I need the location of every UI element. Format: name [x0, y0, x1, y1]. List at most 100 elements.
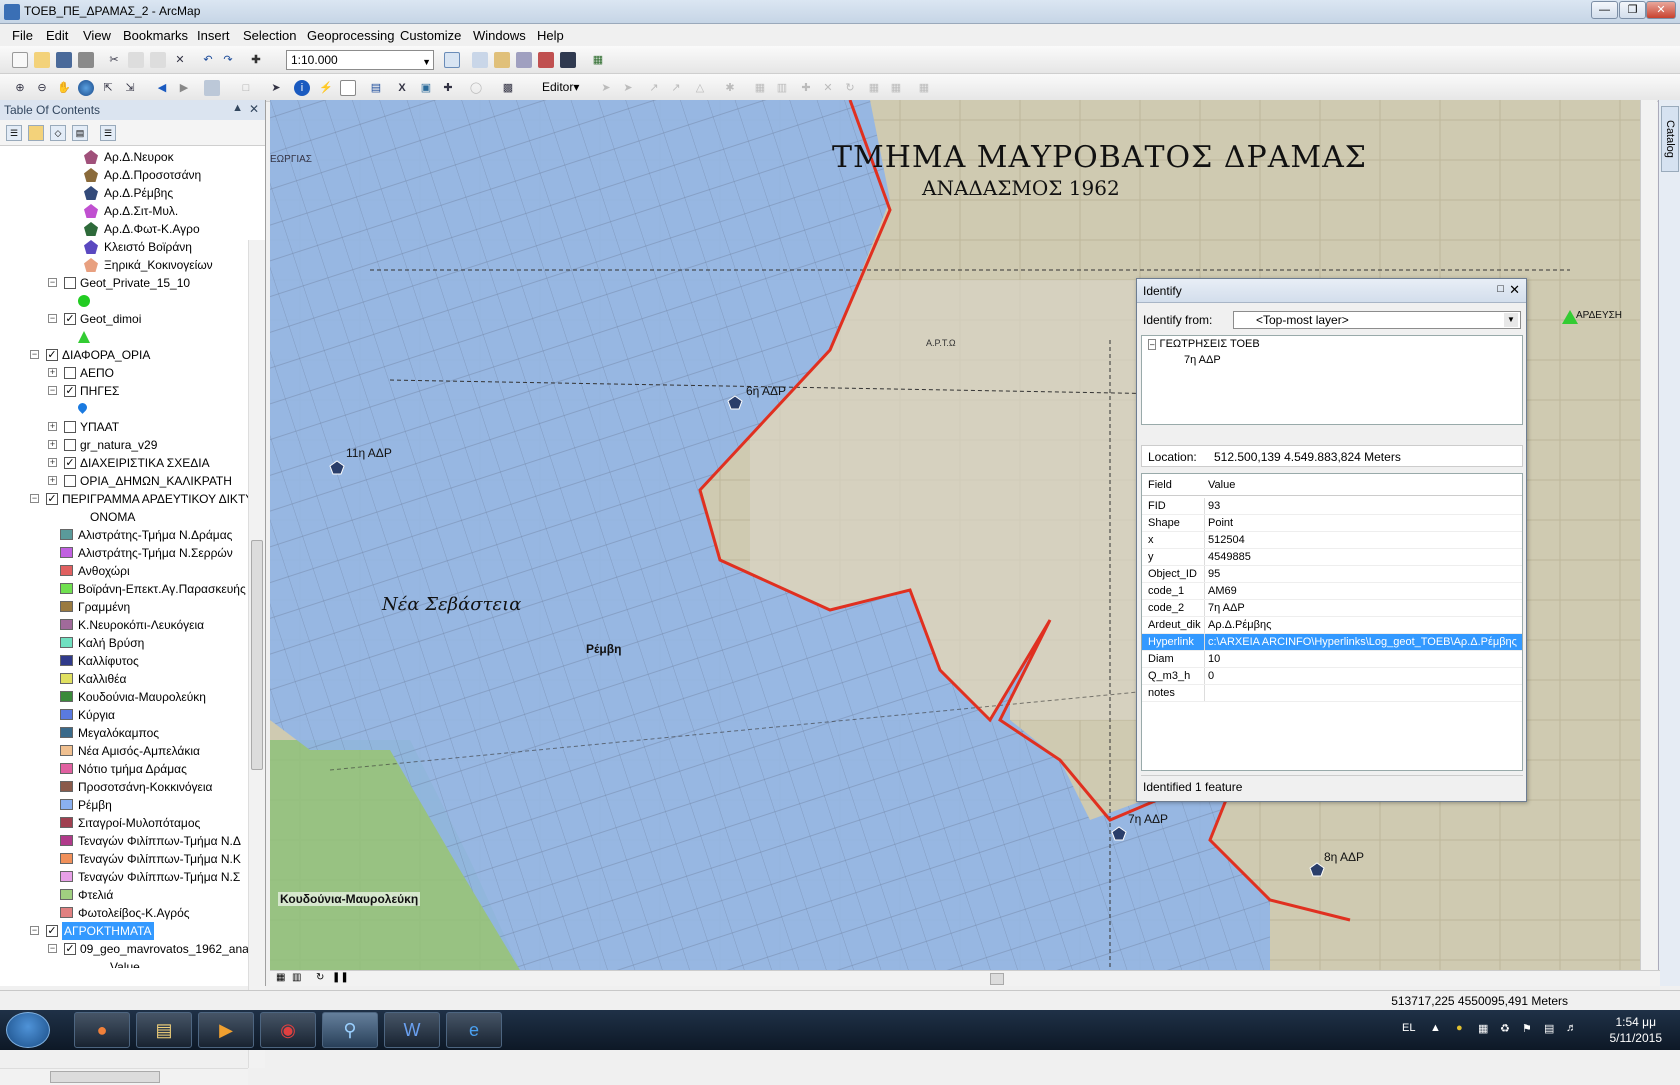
identify-icon[interactable]: i: [294, 80, 310, 96]
toc-row[interactable]: Νότιο τμήμα Δράμας: [0, 760, 248, 778]
pan-hand-icon[interactable]: ✋: [56, 80, 72, 96]
list-by-visibility-icon[interactable]: ◇: [50, 125, 66, 141]
layer-visibility-checkbox[interactable]: ✓: [46, 493, 58, 505]
attribute-row[interactable]: Ardeut_dik Αρ.Δ.Ρέμβης: [1142, 617, 1522, 634]
close-icon[interactable]: ✕: [249, 102, 259, 116]
toc-row[interactable]: Τεναγών Φιλίππων-Τμήμα Ν.Σ: [0, 868, 248, 886]
layer-visibility-checkbox[interactable]: [64, 277, 76, 289]
network-icon[interactable]: ▤: [1544, 1022, 1554, 1035]
fixed-zoom-out-icon[interactable]: ⇲: [122, 80, 138, 96]
layer-visibility-checkbox[interactable]: ✓: [64, 457, 76, 469]
menu-view[interactable]: View: [83, 28, 111, 43]
close-icon[interactable]: ✕: [1509, 282, 1520, 298]
python-window-icon[interactable]: [560, 52, 576, 68]
catalog-tab[interactable]: Catalog: [1661, 106, 1679, 172]
collapse-icon[interactable]: −: [48, 944, 57, 953]
sketch-properties-icon[interactable]: ▦: [888, 80, 904, 96]
toc-row[interactable]: Ανθοχώρι: [0, 562, 248, 580]
modelbuilder-icon[interactable]: ▦: [590, 52, 606, 68]
copy-icon[interactable]: [128, 52, 144, 68]
select-features-icon[interactable]: [204, 80, 220, 96]
menu-geoprocessing[interactable]: Geoprocessing: [307, 28, 394, 43]
internet-explorer-taskbar-icon[interactable]: e: [446, 1012, 502, 1048]
expand-icon[interactable]: +: [48, 458, 57, 467]
collapse-icon[interactable]: −: [48, 386, 57, 395]
layer-visibility-checkbox[interactable]: [64, 367, 76, 379]
menu-bookmarks[interactable]: Bookmarks: [123, 28, 188, 43]
arctoolbox-icon[interactable]: [538, 52, 554, 68]
delete-icon[interactable]: ✕: [172, 52, 188, 68]
menu-edit[interactable]: Edit: [46, 28, 68, 43]
collapse-icon[interactable]: −: [48, 314, 57, 323]
menu-file[interactable]: File: [12, 28, 33, 43]
minimize-button[interactable]: —: [1591, 1, 1618, 19]
reshape-icon[interactable]: ▥: [774, 80, 790, 96]
action-center-flag-icon[interactable]: ⚑: [1522, 1022, 1532, 1035]
menu-customize[interactable]: Customize: [400, 28, 461, 43]
list-by-source-icon[interactable]: [28, 125, 44, 141]
undo-icon[interactable]: ↶: [200, 52, 216, 68]
attribute-row[interactable]: Object_ID 95: [1142, 566, 1522, 583]
collapse-icon[interactable]: −: [30, 494, 39, 503]
map-scale-combo[interactable]: 1:10.000 ▼: [286, 50, 434, 70]
toc-row[interactable]: Φτελιά: [0, 886, 248, 904]
attributes-icon[interactable]: ▦: [866, 80, 882, 96]
attribute-row[interactable]: x 512504: [1142, 532, 1522, 549]
layer-visibility-checkbox[interactable]: ✓: [64, 943, 76, 955]
scroll-thumb[interactable]: [251, 540, 263, 770]
layer-visibility-checkbox[interactable]: ✓: [46, 349, 58, 361]
start-button[interactable]: [6, 1012, 50, 1048]
tray-app-icon[interactable]: ●: [1456, 1022, 1463, 1034]
map-vertical-scrollbar[interactable]: [1640, 100, 1657, 970]
paste-icon[interactable]: [150, 52, 166, 68]
identify-from-select[interactable]: <Top-most layer> ▼: [1233, 311, 1521, 329]
trace-icon[interactable]: △: [692, 80, 708, 96]
pause-drawing-icon[interactable]: ❚❚: [332, 972, 349, 983]
save-icon[interactable]: [56, 52, 72, 68]
create-features-icon[interactable]: ▦: [916, 80, 932, 96]
toc-row[interactable]: + ΟΡΙΑ_ΔΗΜΩΝ_ΚΑΛΙΚΡΑΤΗ: [0, 472, 248, 490]
zoom-out-icon[interactable]: ⊖: [34, 80, 50, 96]
system-clock[interactable]: 1:54 μμ 5/11/2015: [1610, 1014, 1663, 1046]
toc-row[interactable]: + ✓ ΔΙΑΧΕΙΡΙΣΤΙΚΑ ΣΧΕΔΙΑ: [0, 454, 248, 472]
toc-row[interactable]: Φωτολείβος-Κ.Αγρός: [0, 904, 248, 922]
catalog-window-icon[interactable]: [494, 52, 510, 68]
toc-row[interactable]: Αρ.Δ.Νευροκ: [0, 148, 248, 166]
attribute-row[interactable]: code_2 7η ΑΔΡ: [1142, 600, 1522, 617]
list-by-selection-icon[interactable]: ▤: [72, 125, 88, 141]
redo-icon[interactable]: ↷: [220, 52, 236, 68]
language-indicator[interactable]: EL: [1402, 1022, 1415, 1034]
edit-tool-icon[interactable]: ➤: [598, 80, 614, 96]
toc-row[interactable]: Κουδούνια-Μαυρολεύκη: [0, 688, 248, 706]
attribute-row[interactable]: Shape Point: [1142, 515, 1522, 532]
menu-windows[interactable]: Windows: [473, 28, 526, 43]
toc-row[interactable]: Αρ.Δ.Προσοτσάνη: [0, 166, 248, 184]
print-icon[interactable]: [78, 52, 94, 68]
attribute-row[interactable]: y 4549885: [1142, 549, 1522, 566]
attribute-row[interactable]: Q_m3_h 0: [1142, 668, 1522, 685]
edit-vertices-icon[interactable]: ▦: [752, 80, 768, 96]
edit-annotation-icon[interactable]: ➤: [620, 80, 636, 96]
refresh-icon[interactable]: ↻: [316, 972, 324, 983]
html-popup-icon[interactable]: [340, 80, 356, 96]
add-data-icon[interactable]: ✚: [248, 52, 264, 68]
editor-toolbar-icon[interactable]: [444, 52, 460, 68]
media-player-taskbar-icon[interactable]: ▶: [198, 1012, 254, 1048]
clear-selection-icon[interactable]: □: [238, 80, 254, 96]
toc-row[interactable]: Ξηρικά_Κοκινογείων: [0, 256, 248, 274]
tree-feature-node[interactable]: 7η ΑΔΡ: [1184, 354, 1221, 366]
measure-icon[interactable]: ▤: [368, 80, 384, 96]
forward-arrow-icon[interactable]: ▶: [176, 80, 192, 96]
fixed-zoom-in-icon[interactable]: ⇱: [100, 80, 116, 96]
toc-row[interactable]: Τεναγών Φιλίππων-Τμήμα Ν.Δ: [0, 832, 248, 850]
time-slider-icon[interactable]: ◯: [468, 80, 484, 96]
toc-row[interactable]: − ✓ 09_geo_mavrovatos_1962_ana_: [0, 940, 248, 958]
arcmap-taskbar-icon[interactable]: ⚲: [322, 1012, 378, 1048]
toc-row[interactable]: Αλιστράτης-Τμήμα Ν.Δράμας: [0, 526, 248, 544]
toc-row[interactable]: Ρέμβη: [0, 796, 248, 814]
back-arrow-icon[interactable]: ◀: [154, 80, 170, 96]
toc-row[interactable]: Νέα Αμισός-Αμπελάκια: [0, 742, 248, 760]
attribute-row[interactable]: FID 93: [1142, 498, 1522, 515]
toc-row[interactable]: − ✓ ΠΗΓΕΣ: [0, 382, 248, 400]
toc-row[interactable]: Κλειστό Βοϊράνη: [0, 238, 248, 256]
